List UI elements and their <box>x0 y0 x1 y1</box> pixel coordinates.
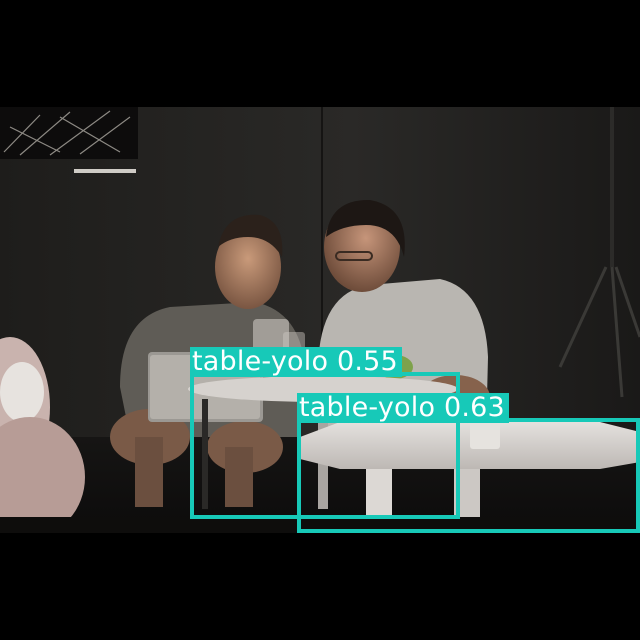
detection-class-2: table-yolo <box>299 392 436 423</box>
detection-label-2: table-yolo 0.63 <box>297 393 509 423</box>
detection-score-2: 0.63 <box>443 392 505 423</box>
detection-score-1: 0.55 <box>336 346 398 377</box>
letterbox-bottom <box>0 533 640 640</box>
detection-box-2 <box>297 418 640 533</box>
letterbox-top <box>0 0 640 107</box>
detection-class-1: table-yolo <box>192 346 329 377</box>
detection-label-1: table-yolo 0.55 <box>190 347 402 377</box>
